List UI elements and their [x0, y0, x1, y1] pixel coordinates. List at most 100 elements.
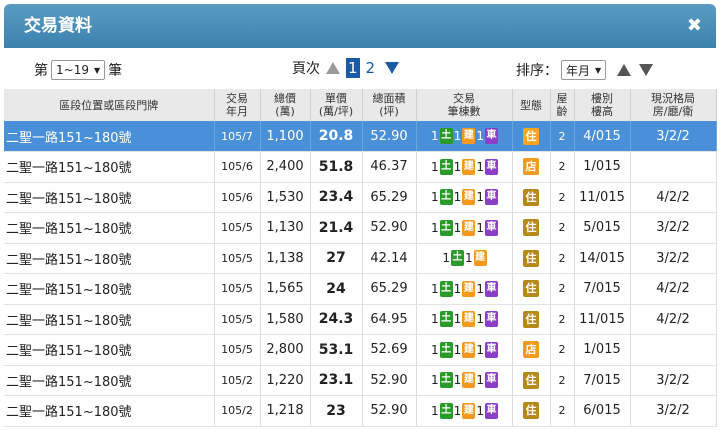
- table-row[interactable]: 二聖一路151~180號 105/6 2,400 51.8 46.37 1 土 1 建 1 車店 2 1…: [4, 151, 717, 183]
- building-badge: 建: [462, 189, 476, 206]
- table-row[interactable]: 二聖一路151~180號 105/5 1,138 27 42.14 1 土 1 建住 2 14/01…: [4, 243, 717, 274]
- prev-page-icon[interactable]: [326, 62, 340, 74]
- sort-descending-icon[interactable]: [639, 64, 654, 76]
- car-badge: 車: [484, 158, 498, 175]
- property-type-cell: 住: [512, 273, 551, 305]
- trade-count-cell: 1土1建1車: [416, 365, 513, 396]
- column-header[interactable]: 總面積 (坪): [362, 89, 417, 121]
- total-area-cell: 52.90: [362, 212, 417, 244]
- trade-month-cell: 105/5: [214, 212, 261, 244]
- table-row[interactable]: 二聖一路151~180號 105/2 1,218 23 52.90 1 土 1 建 1 車住 2 6/0…: [4, 395, 717, 427]
- record-range-select[interactable]: 1~19 ▼: [51, 60, 106, 80]
- column-header[interactable]: 單價 (萬/坪): [310, 89, 363, 121]
- trade-count-cell: 1土1建1車: [416, 121, 513, 152]
- next-page-icon[interactable]: [385, 62, 400, 74]
- total-area-cell: 52.90: [362, 365, 417, 396]
- land-count: 1: [431, 342, 439, 357]
- sort-select[interactable]: 年月 ▼: [561, 60, 607, 80]
- unit-price-cell: 24: [310, 273, 363, 305]
- trade-month-cell: 105/5: [214, 334, 261, 366]
- unit-price-cell: 20.8: [310, 121, 363, 152]
- address-cell: 二聖一路151~180號: [4, 182, 215, 213]
- building-badge: 建: [462, 280, 476, 297]
- total-area-cell: 65.29: [362, 182, 417, 213]
- building-age-cell: 2: [550, 151, 575, 183]
- table-row[interactable]: 二聖一路151~180號 105/2 1,220 23.1 52.90 1 土 1 建 1 車住 2 7…: [4, 365, 717, 396]
- chevron-down-icon: ▼: [595, 65, 602, 75]
- transaction-table: 區段位置或區段門牌 交易 年月 總價 (萬) 單價 (萬/坪) 總面積 (坪) 交易 筆棟…: [4, 89, 717, 427]
- sort-label: 排序：: [516, 63, 558, 79]
- building-badge: 建: [462, 311, 476, 328]
- trade-count-group: 1土1建1車: [430, 158, 498, 175]
- building-badge: 建: [462, 372, 476, 389]
- total-price-cell: 1,138: [260, 243, 311, 274]
- layout-cell: 3/2/2: [630, 365, 717, 396]
- floor-cell: 11/015: [574, 182, 631, 213]
- table-row[interactable]: 二聖一路151~180號 105/5 2,800 53.1 52.69 1 土 1 建 1 車店 2 1…: [4, 334, 717, 366]
- trade-count-cell: 1土1建: [416, 243, 513, 274]
- column-header[interactable]: 型態: [512, 89, 551, 121]
- land-badge: 土: [439, 402, 453, 419]
- total-price-cell: 1,130: [260, 212, 311, 244]
- unit-price-cell: 27: [310, 243, 363, 274]
- building-age-cell: 2: [550, 121, 575, 152]
- residential-type-badge: 住: [523, 219, 539, 237]
- car-count: 1: [476, 190, 484, 205]
- unit-price-cell: 24.3: [310, 304, 363, 335]
- controls-bar: 第 1~19 ▼ 筆 頁次 1 2 排序： 年月 ▼: [0, 52, 720, 86]
- residential-type-badge: 住: [523, 371, 539, 389]
- trade-count-cell: 1土1建1車: [416, 334, 513, 366]
- total-area-cell: 46.37: [362, 151, 417, 183]
- car-badge: 車: [484, 280, 498, 297]
- trade-count-cell: 1土1建1車: [416, 151, 513, 183]
- sort-ascending-icon[interactable]: [617, 64, 632, 76]
- column-header[interactable]: 現況格局 房/廳/衛: [630, 89, 717, 121]
- residential-type-badge: 住: [523, 280, 539, 298]
- building-count: 1: [453, 403, 462, 418]
- table-row[interactable]: 二聖一路151~180號 105/5 1,130 21.4 52.90 1 土 1 建 1 車住 2 5…: [4, 212, 717, 244]
- land-badge: 土: [439, 128, 453, 144]
- residential-type-badge: 住: [523, 402, 539, 420]
- page-2-link[interactable]: 2: [364, 58, 378, 78]
- floor-cell: 14/015: [574, 243, 631, 274]
- floor-cell: 7/015: [574, 273, 631, 305]
- residential-type-badge: 住: [523, 249, 539, 267]
- close-icon[interactable]: ✖: [687, 4, 702, 48]
- building-badge: 建: [462, 341, 476, 358]
- table-row[interactable]: 二聖一路151~180號 105/5 1,580 24.3 64.95 1 土 1 建 1 車住 2 1…: [4, 304, 717, 335]
- trade-count-group: 1土1建1車: [430, 341, 498, 358]
- column-header[interactable]: 交易 年月: [214, 89, 261, 121]
- property-type-cell: 店: [512, 151, 551, 183]
- trade-month-cell: 105/5: [214, 273, 261, 305]
- building-badge: 建: [462, 158, 476, 175]
- total-area-cell: 52.90: [362, 121, 417, 152]
- column-header[interactable]: 屋 齡: [550, 89, 575, 121]
- total-price-cell: 1,220: [260, 365, 311, 396]
- trade-month-cell: 105/5: [214, 304, 261, 335]
- land-count: 1: [442, 251, 450, 266]
- column-header[interactable]: 總價 (萬): [260, 89, 311, 121]
- address-cell: 二聖一路151~180號: [4, 243, 215, 274]
- table-row[interactable]: 二聖一路151~180號 105/5 1,565 24 65.29 1 土 1 建 1 車住 2 7/0…: [4, 273, 717, 305]
- unit-price-cell: 53.1: [310, 334, 363, 366]
- land-count: 1: [431, 190, 439, 205]
- column-header[interactable]: 交易 筆棟數: [416, 89, 513, 121]
- land-badge: 土: [439, 189, 453, 206]
- page-1-link[interactable]: 1: [346, 58, 360, 78]
- table-row[interactable]: 二聖一路151~180號 105/6 1,530 23.4 65.29 1 土 1 建 1 車住 2 1…: [4, 182, 717, 213]
- trade-count-group: 1土1建1車: [430, 402, 498, 419]
- total-area-cell: 42.14: [362, 243, 417, 274]
- land-badge: 土: [439, 280, 453, 297]
- building-count: 1: [453, 312, 462, 327]
- trade-count-cell: 1土1建1車: [416, 395, 513, 427]
- column-header[interactable]: 樓別 樓高: [574, 89, 631, 121]
- column-header[interactable]: 區段位置或區段門牌: [4, 89, 215, 121]
- building-badge: 建: [473, 250, 487, 267]
- floor-cell: 11/015: [574, 304, 631, 335]
- floor-cell: 5/015: [574, 212, 631, 244]
- layout-cell: 4/2/2: [630, 182, 717, 213]
- building-count: 1: [465, 251, 473, 266]
- table-row[interactable]: 二聖一路151~180號 105/7 1,100 20.8 52.90 1 土 1 建 1 車住 2 4…: [4, 121, 717, 152]
- land-badge: 土: [439, 372, 453, 389]
- pager: 頁次 1 2: [292, 58, 400, 78]
